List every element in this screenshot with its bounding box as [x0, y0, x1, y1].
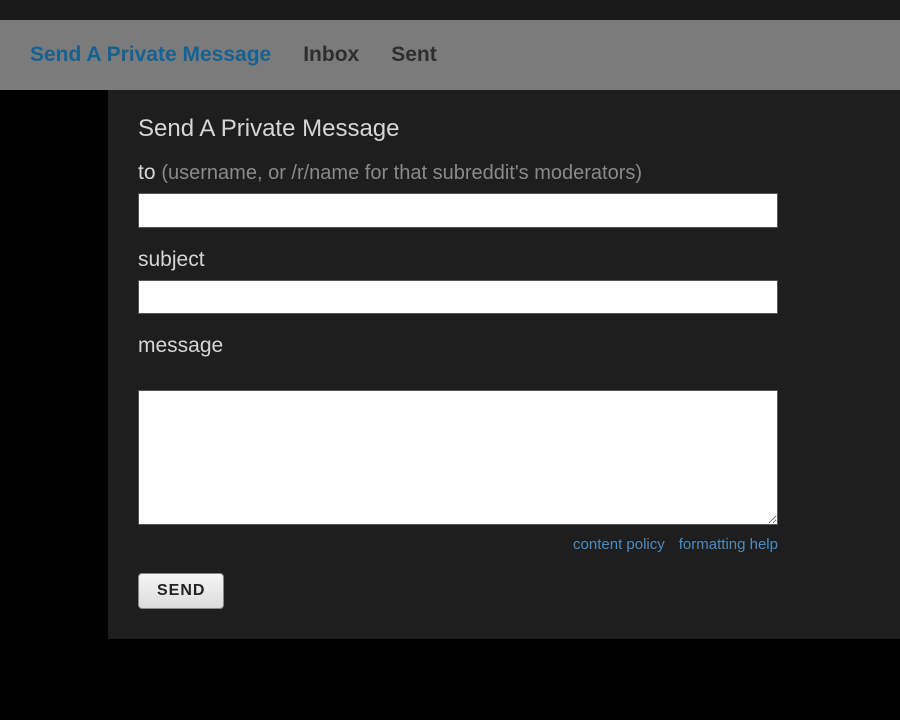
subject-label: subject: [138, 248, 870, 272]
to-input[interactable]: [138, 193, 778, 228]
help-links: content policy formatting help: [138, 536, 778, 553]
subject-input[interactable]: [138, 280, 778, 314]
to-hint: (username, or /r/name for that subreddit…: [161, 162, 642, 184]
top-bar: [0, 0, 900, 20]
page-title: Send A Private Message: [138, 115, 870, 143]
message-field-group: message content policy formatting help: [138, 334, 870, 553]
message-textarea[interactable]: [138, 390, 778, 525]
to-label: to (username, or /r/name for that subred…: [138, 161, 870, 185]
content-area: Send A Private Message to (username, or …: [108, 90, 900, 639]
send-button[interactable]: SEND: [138, 573, 224, 609]
to-label-text: to: [138, 161, 156, 184]
compose-form-panel: Send A Private Message to (username, or …: [108, 90, 900, 639]
tab-sent[interactable]: Sent: [391, 43, 437, 67]
tab-compose[interactable]: Send A Private Message: [30, 43, 271, 67]
content-policy-link[interactable]: content policy: [573, 536, 665, 553]
tab-menu: Send A Private Message Inbox Sent: [0, 20, 900, 90]
formatting-help-link[interactable]: formatting help: [679, 536, 778, 553]
message-label: message: [138, 334, 870, 358]
subject-field-group: subject: [138, 248, 870, 314]
tab-inbox[interactable]: Inbox: [303, 43, 359, 67]
to-field-group: to (username, or /r/name for that subred…: [138, 161, 870, 228]
